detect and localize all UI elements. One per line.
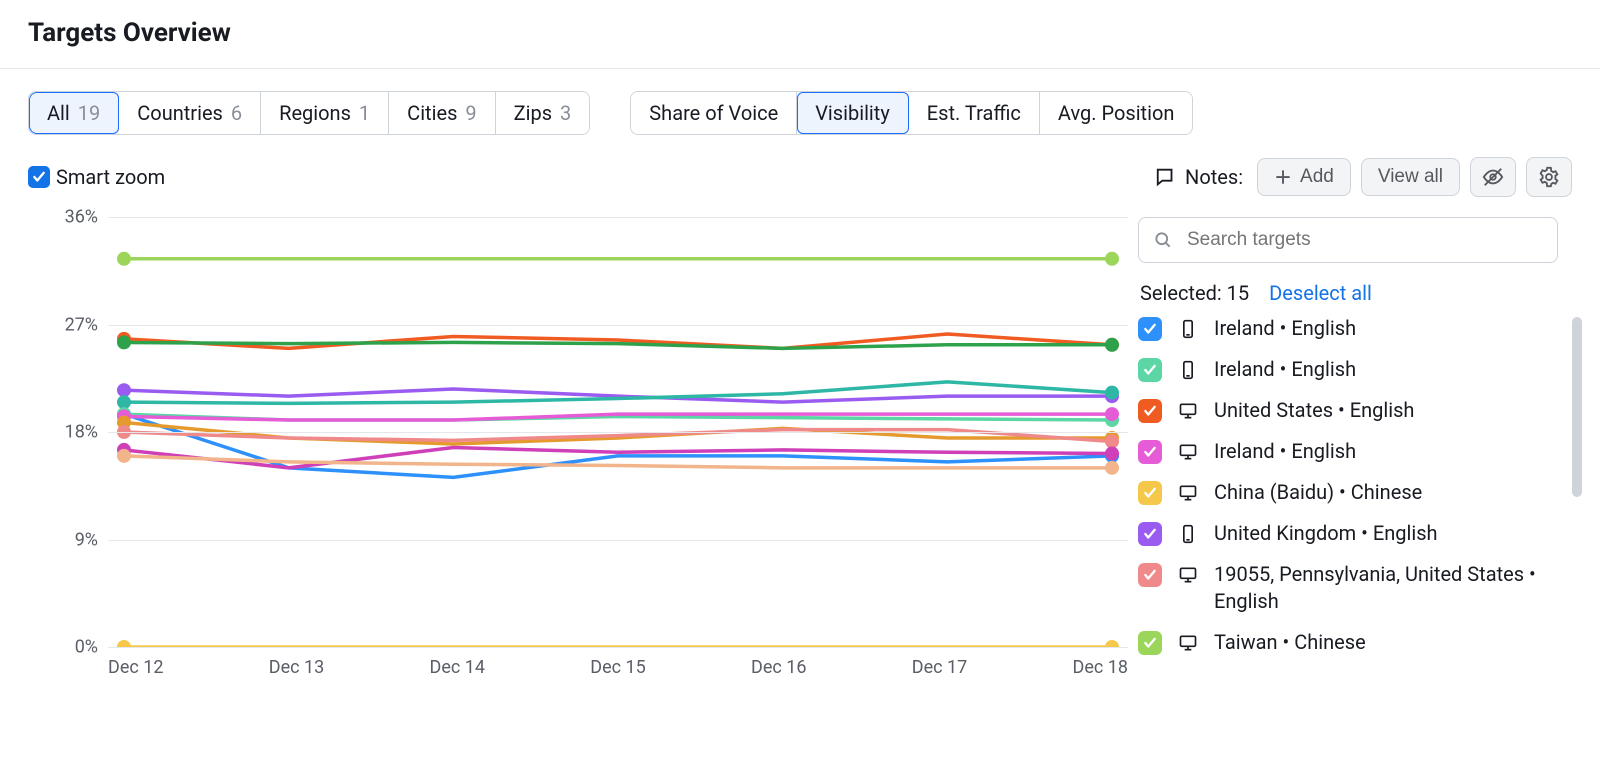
legend-label: United States • English [1214, 397, 1414, 424]
y-axis-labels: 0%9%18%27%36% [28, 217, 98, 647]
metric-segments: Share of VoiceVisibilityEst. TrafficAvg.… [630, 91, 1193, 135]
legend-checkbox[interactable] [1138, 317, 1162, 341]
desktop-icon [1176, 563, 1200, 587]
mobile-icon [1176, 317, 1200, 341]
scope-segments: All19Countries6Regions1Cities9Zips3 [28, 91, 590, 135]
scrollbar-thumb[interactable] [1572, 317, 1582, 497]
selected-count-label: Selected: 15 [1140, 281, 1249, 305]
page-header: Targets Overview [0, 0, 1600, 69]
segment-all[interactable]: All19 [29, 92, 119, 134]
legend-item[interactable]: Taiwan • Chinese [1138, 629, 1558, 656]
desktop-icon [1176, 440, 1200, 464]
mobile-icon [1176, 358, 1200, 382]
targets-search[interactable] [1138, 217, 1558, 263]
mobile-icon [1176, 522, 1200, 546]
legend-checkbox[interactable] [1138, 440, 1162, 464]
legend-label: China (Baidu) • Chinese [1214, 479, 1422, 506]
series-point[interactable] [1105, 252, 1119, 266]
segment-regions[interactable]: Regions1 [261, 92, 389, 134]
filter-bar: All19Countries6Regions1Cities9Zips3 Shar… [0, 69, 1600, 135]
legend-item[interactable]: China (Baidu) • Chinese [1138, 479, 1558, 506]
series-point[interactable] [117, 640, 131, 647]
desktop-icon [1176, 631, 1200, 655]
series-line[interactable] [124, 422, 1112, 444]
series-point[interactable] [1105, 640, 1119, 647]
notes-view-all-button[interactable]: View all [1361, 158, 1460, 196]
note-icon [1155, 166, 1177, 188]
series-point[interactable] [117, 449, 131, 463]
legend-label: Ireland • English [1214, 438, 1356, 465]
notes-label: Notes: [1155, 165, 1243, 189]
legend-item[interactable]: United States • English [1138, 397, 1558, 424]
x-axis-labels: Dec 12Dec 13Dec 14Dec 15Dec 16Dec 17Dec … [108, 647, 1128, 678]
notes-add-button[interactable]: Add [1257, 158, 1351, 196]
desktop-icon [1176, 399, 1200, 423]
legend-checkbox[interactable] [1138, 563, 1162, 587]
eye-off-icon [1482, 166, 1504, 188]
chart-area: 0%9%18%27%36% Dec 12Dec 13Dec 14Dec 15De… [28, 217, 1138, 678]
deselect-all-link[interactable]: Deselect all [1269, 281, 1372, 305]
segment-cities[interactable]: Cities9 [389, 92, 495, 134]
legend-label: 19055, Pennsylvania, United States • Eng… [1214, 561, 1558, 615]
series-point[interactable] [117, 383, 131, 397]
series-point[interactable] [1105, 386, 1119, 400]
series-point[interactable] [117, 395, 131, 409]
series-point[interactable] [117, 252, 131, 266]
segment-visibility[interactable]: Visibility [797, 92, 909, 134]
page-title: Targets Overview [28, 18, 1572, 48]
legend-checkbox[interactable] [1138, 399, 1162, 423]
series-point[interactable] [1105, 338, 1119, 352]
segment-est-traffic[interactable]: Est. Traffic [909, 92, 1040, 134]
controls-row: Smart zoom Notes: Add View all [0, 135, 1600, 197]
legend-label: United Kingdom • English [1214, 520, 1438, 547]
legend-item[interactable]: Ireland • English [1138, 356, 1558, 383]
search-icon [1153, 230, 1173, 250]
segment-avg-position[interactable]: Avg. Position [1040, 92, 1193, 134]
legend-item[interactable]: Ireland • English [1138, 315, 1558, 342]
legend-list: Ireland • English Ireland • English United… [1138, 315, 1558, 656]
line-chart[interactable] [108, 217, 1128, 647]
series-line[interactable] [124, 382, 1112, 404]
legend-checkbox[interactable] [1138, 358, 1162, 382]
segment-countries[interactable]: Countries6 [119, 92, 261, 134]
legend-checkbox[interactable] [1138, 631, 1162, 655]
legend-label: Taiwan • Chinese [1214, 629, 1366, 656]
series-point[interactable] [1105, 447, 1119, 461]
legend-checkbox[interactable] [1138, 481, 1162, 505]
settings-button[interactable] [1526, 157, 1572, 197]
legend-label: Ireland • English [1214, 315, 1356, 342]
desktop-icon [1176, 481, 1200, 505]
segment-share-of-voice[interactable]: Share of Voice [631, 92, 797, 134]
legend-panel: Selected: 15 Deselect all Ireland • Engl… [1138, 217, 1600, 678]
visibility-toggle-button[interactable] [1470, 157, 1516, 197]
legend-checkbox[interactable] [1138, 522, 1162, 546]
gear-icon [1538, 166, 1560, 188]
smart-zoom-label: Smart zoom [56, 165, 165, 189]
series-point[interactable] [117, 335, 131, 349]
series-point[interactable] [1105, 407, 1119, 421]
segment-zips[interactable]: Zips3 [496, 92, 590, 134]
check-icon [28, 166, 50, 188]
smart-zoom-checkbox[interactable]: Smart zoom [28, 165, 165, 189]
legend-item[interactable]: 19055, Pennsylvania, United States • Eng… [1138, 561, 1558, 615]
plus-icon [1274, 168, 1292, 186]
main-area: 0%9%18%27%36% Dec 12Dec 13Dec 14Dec 15De… [0, 197, 1600, 678]
legend-item[interactable]: United Kingdom • English [1138, 520, 1558, 547]
series-point[interactable] [1105, 461, 1119, 475]
legend-item[interactable]: Ireland • English [1138, 438, 1558, 465]
legend-label: Ireland • English [1214, 356, 1356, 383]
targets-search-input[interactable] [1185, 228, 1543, 252]
series-point[interactable] [1105, 435, 1119, 449]
